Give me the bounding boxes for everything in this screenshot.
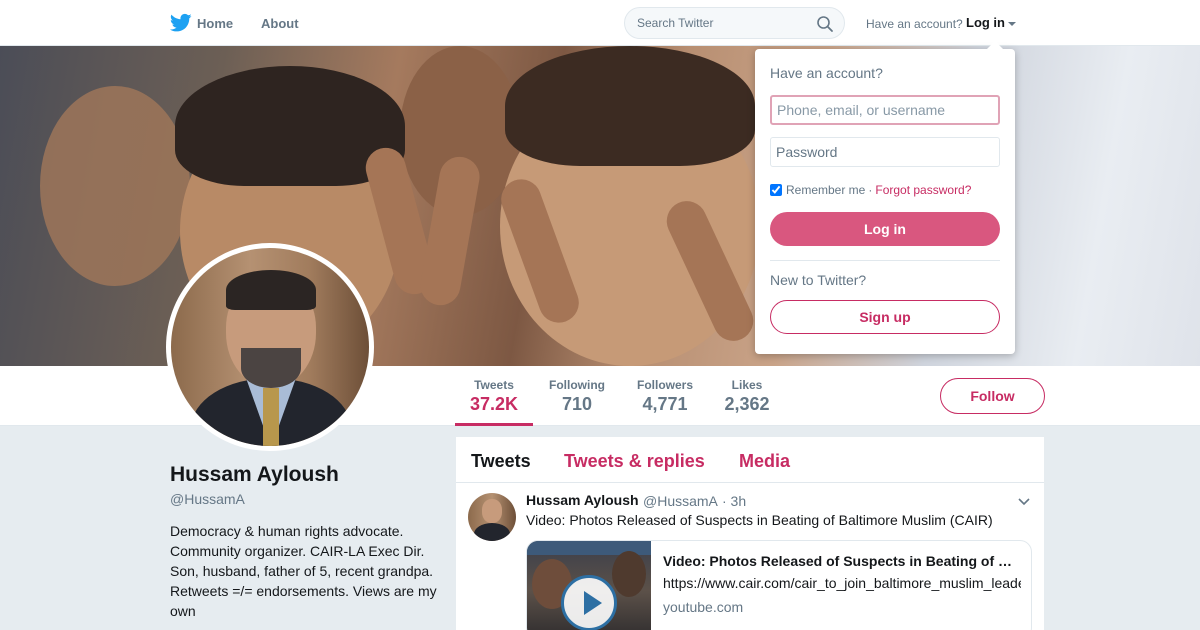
nav-about-link[interactable]: About — [261, 16, 299, 31]
card-title: Video: Photos Released of Suspects in Be… — [663, 553, 1019, 569]
tweet-text: Video: Photos Released of Suspects in Be… — [526, 512, 993, 528]
stat-likes[interactable]: Likes 2,362 — [723, 378, 771, 415]
active-stat-underline — [455, 423, 533, 426]
timeline: Tweets Tweets & replies Media Hussam Ayl… — [456, 437, 1044, 630]
stat-value: 710 — [561, 394, 593, 414]
login-heading: Have an account? — [770, 65, 883, 81]
login-link-label: Log in — [966, 15, 1005, 30]
profile-handle[interactable]: @HussamA — [170, 491, 245, 507]
login-button[interactable]: Log in — [770, 212, 1000, 246]
top-nav: Home About Search Twitter Have an accoun… — [0, 0, 1200, 46]
tweet-author-name[interactable]: Hussam Ayloush — [526, 492, 639, 508]
follow-button[interactable]: Follow — [940, 378, 1045, 414]
tweet-timestamp[interactable]: · 3h — [722, 493, 746, 509]
stat-label: Tweets — [474, 378, 514, 392]
link-card[interactable]: Video: Photos Released of Suspects in Be… — [526, 540, 1032, 630]
password-field[interactable] — [770, 137, 1000, 167]
nav-home-link[interactable]: Home — [197, 16, 233, 31]
new-to-twitter-text: New to Twitter? — [770, 272, 867, 288]
stat-label: Followers — [636, 378, 693, 392]
have-account-text: Have an account? — [866, 17, 963, 31]
card-domain: youtube.com — [663, 599, 744, 615]
avatar[interactable] — [166, 243, 374, 451]
search-input[interactable]: Search Twitter — [637, 16, 713, 30]
remember-row: Remember me · Forgot password? — [770, 183, 971, 197]
forgot-password-link[interactable]: Forgot password? — [875, 183, 971, 197]
timeline-tabs: Tweets Tweets & replies Media — [456, 437, 1044, 483]
profile-bio: Democracy & human rights advocate. Commu… — [170, 523, 437, 619]
tab-media[interactable]: Media — [739, 451, 790, 472]
tweet-author-handle[interactable]: @HussamA — [643, 493, 718, 509]
tweet[interactable]: Hussam Ayloush @HussamA · 3h Video: Phot… — [456, 483, 1044, 630]
caret-down-icon — [1008, 21, 1016, 26]
profile-name[interactable]: Hussam Ayloush — [170, 463, 339, 487]
chevron-down-icon[interactable] — [1017, 495, 1031, 509]
tab-tweets[interactable]: Tweets — [471, 451, 531, 472]
stat-value: 37.2K — [470, 394, 519, 414]
remember-me-checkbox[interactable] — [770, 184, 782, 196]
stat-label: Following — [549, 378, 605, 392]
twitter-bird-icon[interactable] — [170, 13, 192, 33]
search-icon[interactable] — [816, 15, 834, 33]
login-dropdown: Have an account? Remember me · Forgot pa… — [755, 41, 1015, 354]
stat-value: 2,362 — [724, 394, 770, 414]
card-url: https://www.cair.com/cair_to_join_baltim… — [663, 575, 1021, 591]
stat-followers[interactable]: Followers 4,771 — [635, 378, 695, 415]
card-thumbnail — [527, 541, 651, 630]
login-dropdown-toggle[interactable]: Log in — [966, 15, 1016, 30]
stat-following[interactable]: Following 710 — [547, 378, 607, 415]
stat-tweets[interactable]: Tweets 37.2K — [470, 378, 518, 415]
signup-button[interactable]: Sign up — [770, 300, 1000, 334]
remember-me-label[interactable]: Remember me — [786, 183, 865, 197]
tweet-avatar[interactable] — [468, 493, 516, 541]
stat-label: Likes — [731, 378, 763, 392]
play-icon[interactable] — [561, 575, 617, 630]
search-box[interactable]: Search Twitter — [624, 7, 845, 39]
divider — [770, 260, 1000, 261]
username-field[interactable] — [770, 95, 1000, 125]
separator-dot: · — [868, 183, 873, 197]
stat-value: 4,771 — [642, 394, 688, 414]
tab-tweets-replies[interactable]: Tweets & replies — [564, 451, 705, 472]
avatar-photo — [171, 248, 369, 446]
